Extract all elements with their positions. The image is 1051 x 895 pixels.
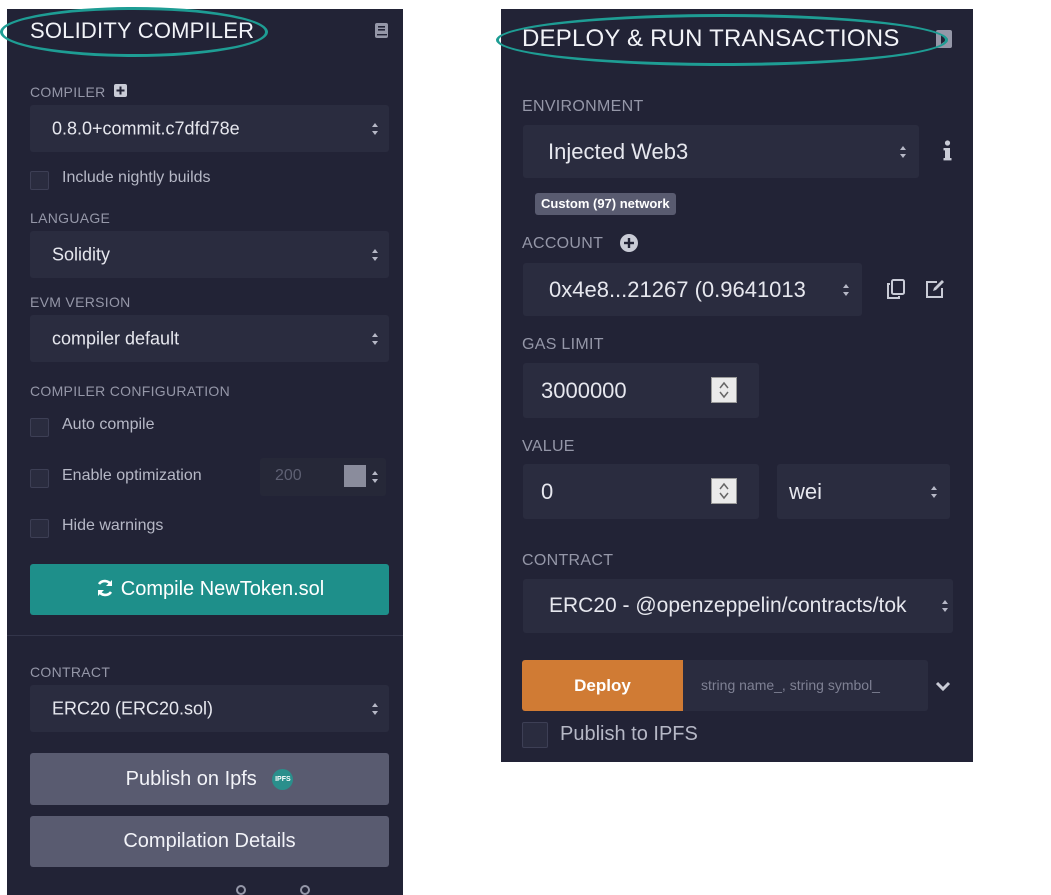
select-caret-icon: [900, 145, 906, 158]
gas-limit-stepper[interactable]: [711, 377, 737, 403]
publish-ipfs-checkbox[interactable]: [522, 722, 548, 748]
network-badge: Custom (97) network: [535, 193, 676, 215]
book-icon[interactable]: [374, 22, 389, 44]
gas-limit-value: 3000000: [541, 377, 627, 403]
evm-version-value: compiler default: [52, 328, 180, 348]
select-caret-icon: [931, 485, 937, 498]
value-input[interactable]: 0: [523, 464, 759, 519]
partial-icon: [236, 885, 246, 895]
compiler-label: COMPILER: [30, 84, 106, 100]
enable-optimization-checkbox[interactable]: [30, 469, 49, 488]
ipfs-icon: IPFS: [272, 769, 294, 791]
compilation-details-label: Compilation Details: [123, 830, 296, 852]
select-caret-icon: [372, 702, 378, 715]
optimization-runs-input[interactable]: 200: [260, 458, 386, 496]
divider: [7, 635, 403, 636]
select-caret-icon: [942, 600, 948, 612]
compiler-version-value: 0.8.0+commit.c7dfd78e: [52, 118, 240, 138]
compilation-details-button[interactable]: Compilation Details: [30, 816, 389, 867]
contract-value: ERC20 - @openzeppelin/contracts/tok: [549, 594, 907, 617]
plus-square-icon[interactable]: [114, 84, 127, 102]
hide-warnings-checkbox[interactable]: [30, 519, 49, 538]
deploy-run-panel: DEPLOY & RUN TRANSACTIONS ENVIRONMENT In…: [501, 9, 973, 762]
deploy-button-label: Deploy: [574, 676, 631, 695]
stepper-caret-icon: [719, 482, 729, 500]
publish-ipfs-label: Publish to IPFS: [560, 723, 698, 745]
title-highlight-ellipse: [0, 7, 268, 57]
account-label: ACCOUNT: [522, 235, 604, 252]
refresh-icon: [97, 579, 112, 597]
value-unit-select[interactable]: wei: [777, 464, 950, 519]
stepper-caret-icon: [719, 381, 729, 399]
value-amount: 0: [541, 478, 554, 504]
compile-button-label: Compile NewToken.sol: [120, 578, 325, 600]
select-caret-icon: [372, 248, 378, 261]
partial-icon: [300, 885, 310, 895]
plus-circle-icon[interactable]: [620, 234, 638, 257]
auto-compile-label: Auto compile: [62, 416, 155, 433]
nightly-builds-label: Include nightly builds: [62, 169, 211, 186]
environment-value: Injected Web3: [548, 138, 689, 164]
hide-warnings-label: Hide warnings: [62, 517, 164, 534]
nightly-builds-checkbox[interactable]: [30, 171, 49, 190]
contract-select[interactable]: ERC20 (ERC20.sol): [30, 685, 389, 732]
publish-ipfs-label: Publish on Ipfs: [125, 768, 257, 790]
account-select[interactable]: 0x4e8...21267 (0.9641013: [523, 263, 862, 316]
evm-version-select[interactable]: compiler default: [30, 315, 389, 362]
environment-select[interactable]: Injected Web3: [523, 125, 919, 178]
select-caret-icon: [372, 122, 378, 135]
account-value: 0x4e8...21267 (0.9641013: [549, 276, 806, 302]
gas-limit-label: GAS LIMIT: [522, 336, 604, 353]
chevron-down-icon[interactable]: [935, 679, 951, 697]
gas-limit-input[interactable]: 3000000: [523, 363, 759, 418]
copy-icon[interactable]: [887, 279, 905, 304]
title-highlight-ellipse: [496, 14, 948, 66]
language-select[interactable]: Solidity: [30, 231, 389, 278]
deploy-args-input[interactable]: string name_, string symbol_: [683, 660, 928, 711]
evm-version-label: EVM VERSION: [30, 294, 131, 310]
info-icon[interactable]: [943, 140, 952, 167]
contract-label: CONTRACT: [30, 664, 111, 680]
value-label: VALUE: [522, 438, 575, 455]
value-stepper[interactable]: [711, 478, 737, 504]
auto-compile-checkbox[interactable]: [30, 418, 49, 437]
edit-icon[interactable]: [925, 279, 945, 304]
optimization-runs-value: 200: [275, 467, 302, 484]
environment-label: ENVIRONMENT: [522, 98, 644, 115]
compiler-version-select[interactable]: 0.8.0+commit.c7dfd78e: [30, 105, 389, 152]
compiler-configuration-label: COMPILER CONFIGURATION: [30, 383, 231, 399]
stepper-caret-icon: [372, 471, 378, 483]
select-caret-icon: [843, 283, 849, 296]
language-label: LANGUAGE: [30, 210, 111, 226]
select-caret-icon: [372, 332, 378, 345]
solidity-compiler-panel: SOLIDITY COMPILER COMPILER 0.8.0+commit.…: [7, 9, 403, 895]
language-value: Solidity: [52, 244, 111, 264]
compile-button[interactable]: Compile NewToken.sol: [30, 564, 389, 615]
enable-optimization-label: Enable optimization: [62, 467, 202, 484]
contract-select[interactable]: ERC20 - @openzeppelin/contracts/tok: [523, 579, 953, 633]
contract-label: CONTRACT: [522, 552, 614, 569]
value-unit: wei: [789, 478, 823, 504]
contract-value: ERC20 (ERC20.sol): [52, 698, 214, 718]
publish-ipfs-button[interactable]: Publish on Ipfs IPFS: [30, 753, 389, 805]
deploy-args-placeholder: string name_, string symbol_: [701, 677, 880, 693]
runs-stepper[interactable]: [344, 465, 366, 487]
deploy-button[interactable]: Deploy: [522, 660, 683, 711]
